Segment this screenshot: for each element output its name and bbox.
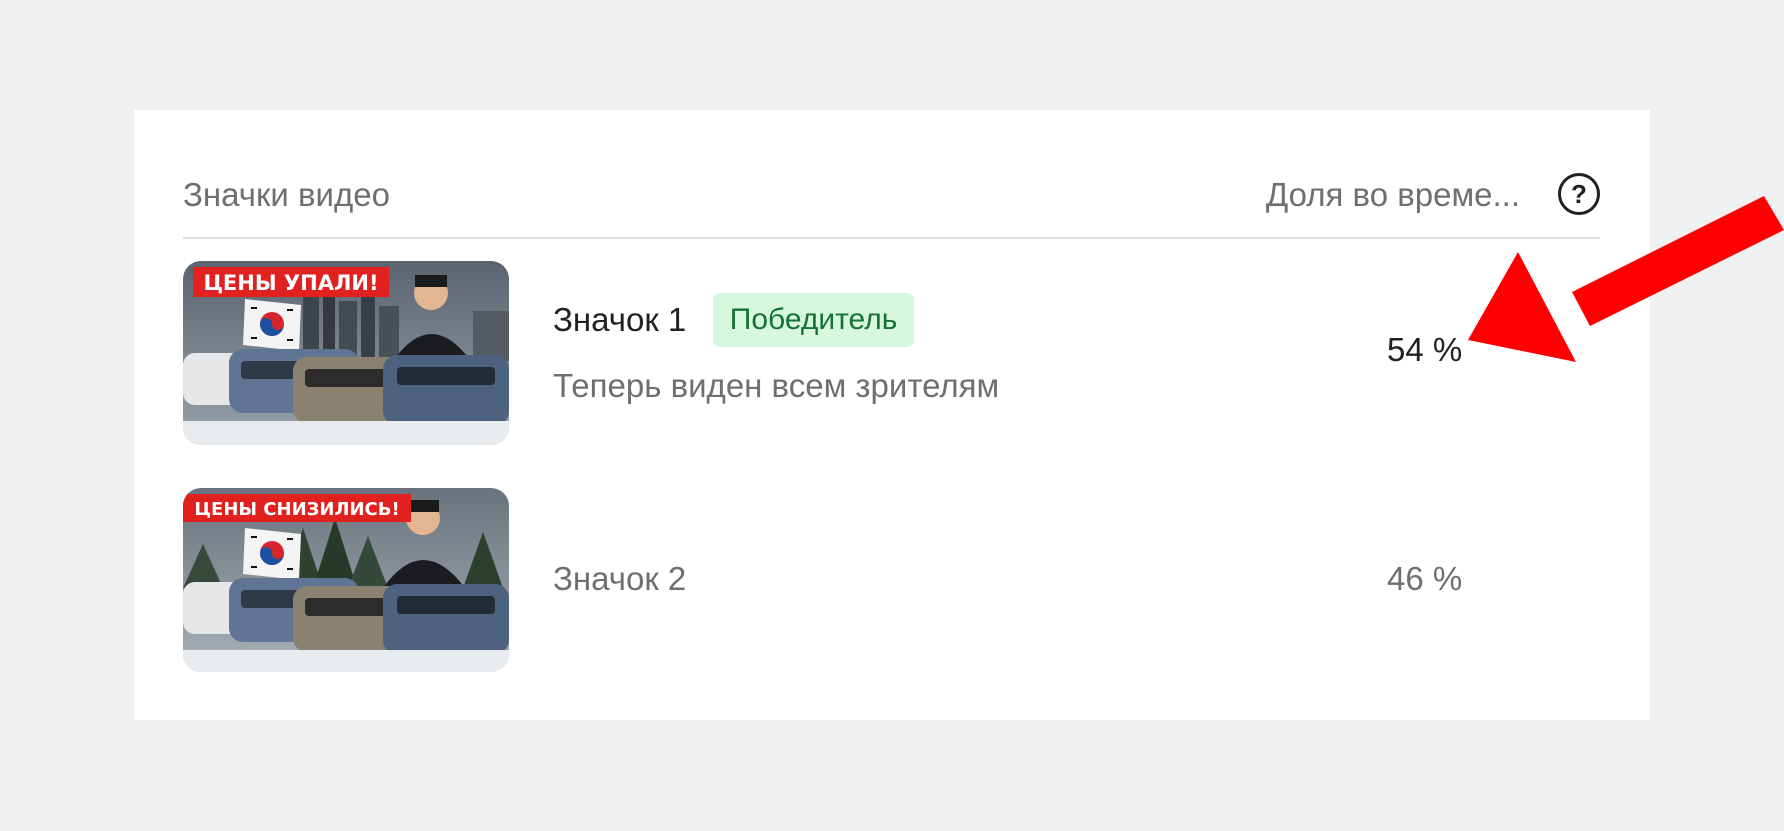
thumbnail-caption: ЦЕНЫ СНИЗИЛИСЬ! (194, 499, 399, 520)
table-header: Значки видео Доля во време... ? (183, 164, 1600, 220)
thumbnail-status-text: Теперь виден всем зрителям (553, 367, 1000, 404)
thumbnail-image: ЦЕНЫ УПАЛИ! (183, 261, 509, 445)
winner-badge: Победитель (712, 293, 915, 347)
thumbnail-test-results-card: Значки видео Доля во време... ? ЦЕНЫ УПА… (134, 110, 1650, 720)
thumbnail-caption: ЦЕНЫ УПАЛИ! (203, 271, 378, 295)
thumbnail-name: Значок 1 (553, 301, 687, 338)
thumbnail-image: ЦЕНЫ СНИЗИЛИСЬ! (183, 488, 509, 672)
watch-time-share-value: 46 % (1387, 560, 1463, 597)
thumbnail-name: Значок 2 (553, 560, 687, 597)
header-divider (183, 237, 1600, 239)
thumbnails-column-header: Значки видео (183, 176, 390, 213)
arrow-icon (1468, 196, 1784, 362)
table-row: ЦЕНЫ УПАЛИ! Значок 1 Победитель Теперь в… (183, 261, 1600, 446)
thumbnail-title-line: Значок 1 Победитель (553, 293, 915, 347)
table-row: ЦЕНЫ СНИЗИЛИСЬ! Значок 2 46 % (183, 488, 1600, 673)
